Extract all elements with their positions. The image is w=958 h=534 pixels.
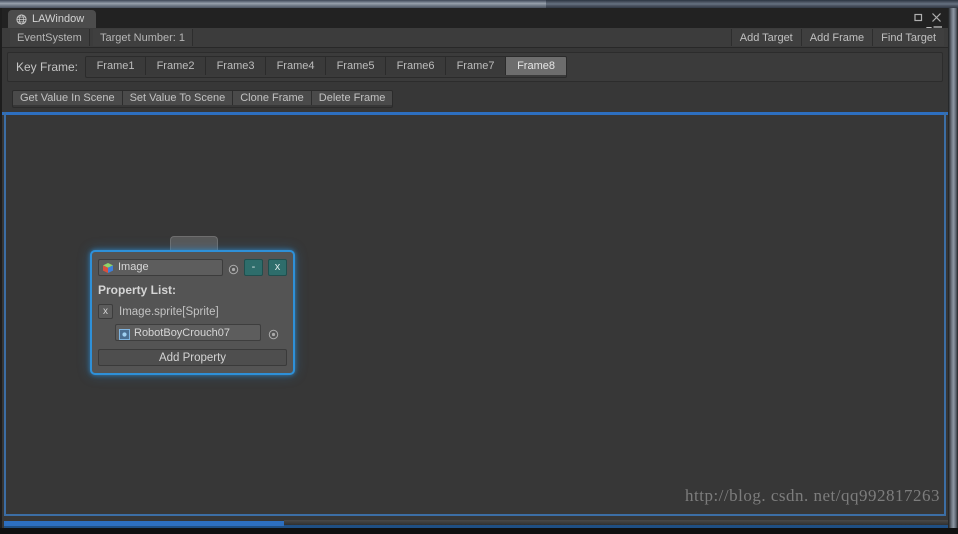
target-node-panel[interactable]: Image - x Property List: x Image.sprite[… xyxy=(90,250,295,375)
set-value-to-scene-button[interactable]: Set Value To Scene xyxy=(122,91,234,105)
desktop-bottom-gutter xyxy=(0,528,958,534)
frame-tab-2[interactable]: Frame2 xyxy=(146,57,207,75)
frame-tab-group: Frame1 Frame2 Frame3 Frame4 Frame5 Frame… xyxy=(85,56,568,78)
object-picker-icon[interactable] xyxy=(228,262,239,274)
target-object-value: Image xyxy=(118,261,149,273)
watermark-url: http://blog. csdn. net/qq992817263 xyxy=(685,486,940,505)
desktop-top-strip-right xyxy=(546,0,958,8)
frame-tab-6[interactable]: Frame6 xyxy=(386,57,447,75)
maximize-icon[interactable] xyxy=(913,10,924,22)
node-header: Image - x xyxy=(98,258,287,276)
property-row: x Image.sprite[Sprite] xyxy=(98,304,287,319)
frame-tab-8[interactable]: Frame8 xyxy=(506,57,567,75)
top-right-button-group: Add Target Add Frame Find Target xyxy=(730,29,944,46)
editor-window: LAWindow EventSystem Target Number: 1 Ad… xyxy=(2,8,948,528)
get-value-in-scene-button[interactable]: Get Value In Scene xyxy=(13,91,123,105)
status-bar-progress xyxy=(4,521,284,526)
property-value-row: RobotBoyCrouch07 xyxy=(115,324,287,341)
prefab-cube-icon xyxy=(102,261,114,273)
add-frame-button[interactable]: Add Frame xyxy=(800,29,873,46)
event-system-label: EventSystem xyxy=(10,29,90,46)
property-list-title: Property List: xyxy=(98,283,177,297)
window-tab-label: LAWindow xyxy=(32,13,85,25)
key-frame-label: Key Frame: xyxy=(16,60,79,74)
frame-action-toolbar: Get Value In Scene Set Value To Scene Cl… xyxy=(12,90,394,108)
frame-tab-4[interactable]: Frame4 xyxy=(266,57,327,75)
sprite-picker-icon[interactable] xyxy=(268,327,279,340)
node-minimize-button[interactable]: - xyxy=(244,258,263,276)
delete-frame-button[interactable]: Delete Frame xyxy=(311,91,393,105)
desktop-right-gutter xyxy=(948,8,958,534)
add-target-button[interactable]: Add Target xyxy=(730,29,801,46)
sprite-value-field[interactable]: RobotBoyCrouch07 xyxy=(115,324,261,341)
remove-property-button[interactable]: x xyxy=(98,304,113,319)
clone-frame-button[interactable]: Clone Frame xyxy=(233,91,312,105)
add-property-button[interactable]: Add Property xyxy=(98,349,287,366)
sprite-value-text: RobotBoyCrouch07 xyxy=(134,326,231,339)
node-canvas[interactable]: Image - x Property List: x Image.sprite[… xyxy=(2,112,948,520)
target-number-label: Target Number: 1 xyxy=(93,29,193,46)
unity-editor-screenshot: LAWindow EventSystem Target Number: 1 Ad… xyxy=(0,0,958,534)
node-close-button[interactable]: x xyxy=(268,258,287,276)
window-tab-bar: LAWindow xyxy=(2,8,948,33)
key-frame-bar: Key Frame: Frame1 Frame2 Frame3 Frame4 F… xyxy=(7,52,943,82)
panel-menu-icon[interactable] xyxy=(925,20,943,33)
globe-icon xyxy=(16,13,27,25)
frame-tab-3[interactable]: Frame3 xyxy=(206,57,267,75)
info-bar: EventSystem Target Number: 1 Add Target … xyxy=(2,28,948,48)
target-object-field[interactable]: Image xyxy=(98,258,223,276)
canvas-top-highlight xyxy=(2,112,948,115)
frame-tab-5[interactable]: Frame5 xyxy=(326,57,387,75)
property-name: Image.sprite[Sprite] xyxy=(119,305,219,318)
frame-tab-1[interactable]: Frame1 xyxy=(86,57,147,75)
frame-tab-7[interactable]: Frame7 xyxy=(446,57,507,75)
find-target-button[interactable]: Find Target xyxy=(872,29,944,46)
window-tab-lawindow[interactable]: LAWindow xyxy=(8,10,97,28)
sprite-icon xyxy=(119,327,130,340)
